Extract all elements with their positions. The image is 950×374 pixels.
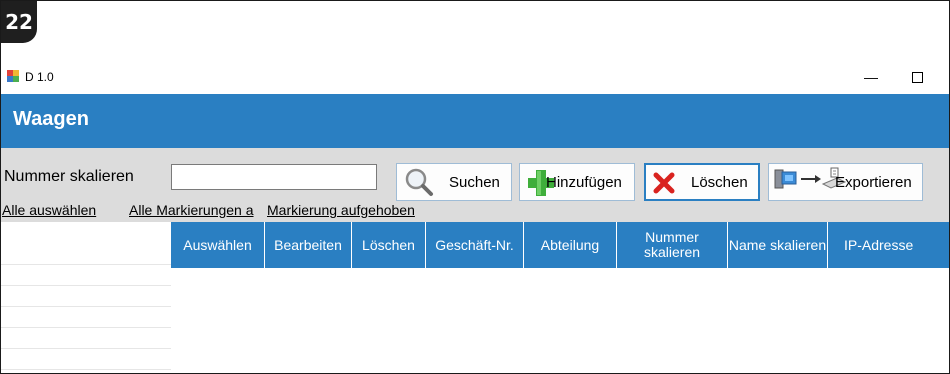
column-header-department[interactable]: Abteilung [524, 222, 617, 268]
row-header-column [1, 222, 171, 373]
add-button-label: Hinzufügen [546, 174, 622, 191]
select-all-marks-link[interactable]: Alle Markierungen a [129, 202, 254, 218]
table-header: Auswählen Bearbeiten Löschen Geschäft-Nr… [171, 222, 949, 268]
add-button[interactable]: Hinzufügen [519, 163, 635, 201]
export-button[interactable]: Exportieren [768, 163, 923, 201]
row-header-cell [1, 307, 171, 328]
minimize-button[interactable]: — [859, 65, 883, 89]
column-header-scale-name[interactable]: Name skalieren [728, 222, 828, 268]
search-label: Nummer skalieren [4, 168, 134, 185]
select-all-link[interactable]: Alle auswählen [2, 202, 96, 218]
window-titlebar: D 1.0 — [1, 63, 949, 93]
page-title: Waagen [13, 108, 89, 130]
column-header-scale-number[interactable]: Nummer skalieren [617, 222, 728, 268]
maximize-button[interactable] [905, 65, 929, 89]
step-badge: 22 [1, 1, 37, 43]
row-header-cell [1, 328, 171, 349]
maximize-icon [911, 71, 923, 83]
search-input[interactable] [171, 164, 377, 190]
export-button-label: Exportieren [835, 174, 912, 191]
window-title: D 1.0 [25, 70, 54, 84]
page-header: Waagen [1, 94, 949, 148]
search-toolbar: Nummer skalieren Suchen Hinzufügen Lösch… [1, 148, 949, 222]
magnifier-icon [405, 168, 433, 196]
unmark-link[interactable]: Markierung aufgehoben [267, 202, 415, 218]
column-header-edit[interactable]: Bearbeiten [265, 222, 352, 268]
column-header-store-number[interactable]: Geschäft-Nr. [426, 222, 524, 268]
screenshot-frame: 22 D 1.0 — Waagen Nummer skalieren Suche… [0, 0, 950, 374]
row-header-cell [1, 222, 171, 265]
row-header-cell [1, 349, 171, 370]
row-header-cell [1, 286, 171, 307]
column-header-select[interactable]: Auswählen [171, 222, 265, 268]
delete-button[interactable]: Löschen [644, 163, 760, 201]
close-icon [653, 172, 675, 194]
row-header-cell [1, 265, 171, 286]
column-header-ip-address[interactable]: IP-Adresse [828, 222, 949, 268]
table-body [171, 268, 949, 373]
column-header-delete[interactable]: Löschen [352, 222, 426, 268]
app-icon [7, 70, 19, 82]
search-button-label: Suchen [449, 174, 500, 191]
delete-button-label: Löschen [691, 174, 748, 191]
search-button[interactable]: Suchen [396, 163, 512, 201]
